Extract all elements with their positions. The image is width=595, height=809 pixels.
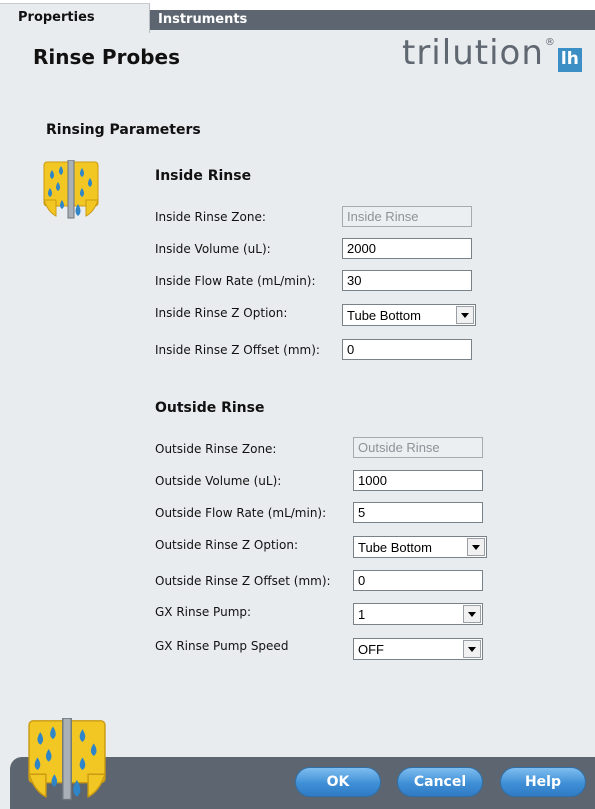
outside-z-option-label: Outside Rinse Z Option: <box>155 538 299 552</box>
tab-instruments-label: Instruments <box>158 12 248 27</box>
ok-button[interactable]: OK <box>295 767 381 797</box>
inside-z-offset-label: Inside Rinse Z Offset (mm): <box>155 343 320 357</box>
help-button[interactable]: Help <box>500 767 586 797</box>
outside-rinse-zone-field <box>353 437 483 458</box>
tab-properties[interactable]: Properties <box>0 3 150 33</box>
chevron-down-icon[interactable] <box>467 538 485 556</box>
inside-rinse-title: Inside Rinse <box>155 168 252 184</box>
gx-rinse-pump-label: GX Rinse Pump: <box>155 605 252 619</box>
logo-text: trilution <box>402 33 544 73</box>
outside-volume-field[interactable] <box>353 470 483 491</box>
chevron-down-icon[interactable] <box>463 640 481 658</box>
outside-z-option-value: Tube Bottom <box>358 540 432 555</box>
cancel-button[interactable]: Cancel <box>397 767 483 797</box>
tab-instruments[interactable]: Instruments <box>158 12 247 30</box>
inside-flow-rate-label: Inside Flow Rate (mL/min): <box>155 274 316 288</box>
logo-badge: lh <box>557 48 582 72</box>
rinse-probe-icon <box>43 160 99 219</box>
inside-rinse-zone-field <box>342 206 472 227</box>
gx-rinse-pump-value: 1 <box>358 607 366 622</box>
gx-rinse-pump-speed-select[interactable]: OFF <box>353 638 483 660</box>
outside-rinse-zone-label: Outside Rinse Zone: <box>155 442 277 456</box>
inside-flow-rate-field[interactable] <box>342 270 472 291</box>
outside-flow-rate-field[interactable] <box>353 502 483 523</box>
inside-z-option-select[interactable]: Tube Bottom <box>342 304 476 326</box>
outside-rinse-title: Outside Rinse <box>155 400 265 416</box>
gx-rinse-pump-speed-label: GX Rinse Pump Speed <box>155 639 289 653</box>
logo-registered: ® <box>544 37 555 48</box>
rinse-probe-icon-large <box>28 718 106 801</box>
section-title: Rinsing Parameters <box>46 122 201 138</box>
outside-z-offset-label: Outside Rinse Z Offset (mm): <box>155 574 331 588</box>
inside-rinse-zone-label: Inside Rinse Zone: <box>155 210 266 224</box>
gx-rinse-pump-select[interactable]: 1 <box>353 603 483 625</box>
tab-properties-label: Properties <box>18 10 95 25</box>
inside-volume-label: Inside Volume (uL): <box>155 242 271 256</box>
inside-z-option-value: Tube Bottom <box>347 308 421 323</box>
outside-z-option-select[interactable]: Tube Bottom <box>353 536 487 558</box>
inside-z-option-label: Inside Rinse Z Option: <box>155 306 288 320</box>
inside-z-offset-field[interactable] <box>342 339 472 360</box>
outside-volume-label: Outside Volume (uL): <box>155 474 282 488</box>
inside-volume-field[interactable] <box>342 238 472 259</box>
tab-bar: Properties Instruments <box>0 0 595 33</box>
gx-rinse-pump-speed-value: OFF <box>358 642 384 657</box>
trilution-logo: trilution ® lh <box>402 36 582 76</box>
page-title: Rinse Probes <box>33 45 180 69</box>
chevron-down-icon[interactable] <box>456 306 474 324</box>
outside-z-offset-field[interactable] <box>353 570 483 591</box>
chevron-down-icon[interactable] <box>463 605 481 623</box>
outside-flow-rate-label: Outside Flow Rate (mL/min): <box>155 506 327 520</box>
